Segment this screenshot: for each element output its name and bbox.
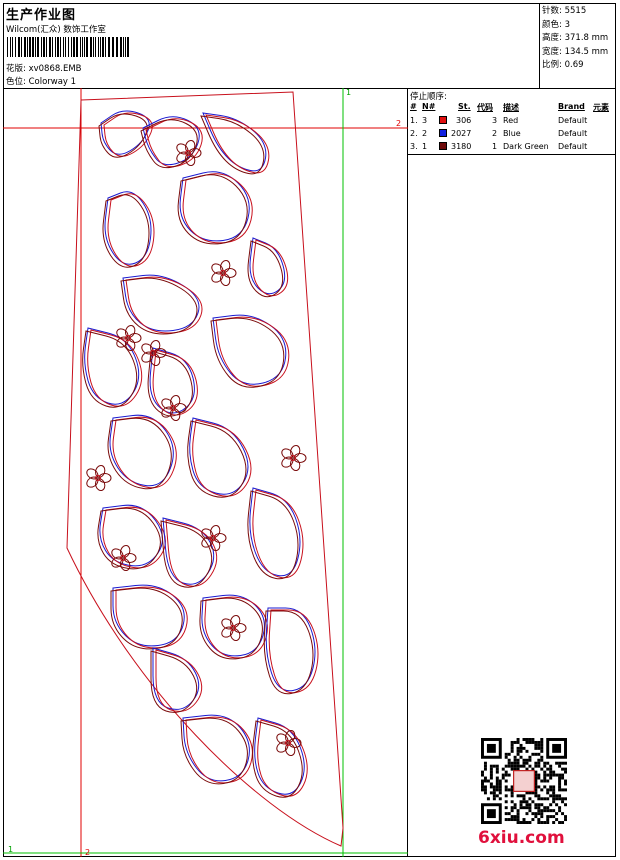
stitch-loop bbox=[112, 416, 177, 489]
stitch-loop bbox=[182, 714, 250, 782]
stitch-loop bbox=[265, 607, 316, 692]
design-file-label: 花版: bbox=[6, 64, 26, 74]
stitch-loop bbox=[268, 609, 319, 694]
col-index: # bbox=[410, 102, 417, 111]
stitch-loop bbox=[180, 717, 248, 785]
colorway-label: 色位: bbox=[6, 77, 26, 87]
color-swatch-red bbox=[439, 116, 447, 124]
col-stitches: St. bbox=[458, 102, 471, 111]
stitch-loop bbox=[187, 420, 247, 498]
barcode-icon bbox=[7, 37, 129, 57]
stat-stitches: 针数: 5515 bbox=[542, 6, 587, 16]
stat-scale: 比例: 0.69 bbox=[542, 60, 584, 71]
stitch-loop bbox=[112, 584, 185, 647]
stat-colors: 颜色: 3 bbox=[542, 19, 571, 30]
stitch-loop bbox=[110, 587, 183, 650]
col-brand: Brand bbox=[558, 102, 585, 111]
design-boundary bbox=[66, 91, 344, 847]
stitch-loop bbox=[97, 507, 161, 570]
col-code: 代码 bbox=[477, 103, 493, 112]
design-stats: 针数: 5515 颜色: 3 高度: 371.8 mm 宽度: 134.5 mm… bbox=[542, 5, 608, 73]
stitch-loop bbox=[179, 171, 250, 242]
stitch-loop bbox=[252, 720, 303, 798]
studio-name: Wilcom(汇众) 数饰工作室 bbox=[6, 25, 106, 35]
color-swatch-darkred bbox=[439, 142, 447, 150]
stitch-loop bbox=[247, 490, 299, 580]
stitch-loop bbox=[98, 113, 148, 158]
stitch-loop bbox=[182, 173, 253, 244]
stitch-loop bbox=[204, 596, 268, 659]
col-description: 描述 bbox=[503, 103, 519, 112]
qr-code-icon bbox=[481, 738, 567, 824]
col-needle: N# bbox=[422, 102, 436, 111]
stitch-loop bbox=[212, 314, 287, 385]
stitch-loop bbox=[177, 174, 248, 245]
stitch-loop bbox=[100, 110, 150, 155]
embroidery-design-canvas bbox=[3, 88, 408, 857]
stitch-loop bbox=[254, 717, 305, 795]
colorway-line: 色位: Colorway 1 bbox=[6, 75, 76, 87]
stop-table-divider bbox=[407, 154, 616, 155]
stat-height: 高度: 371.8 mm bbox=[542, 33, 609, 44]
stitch-loop bbox=[155, 649, 203, 712]
design-file-name: xv0868.EMB bbox=[28, 64, 82, 74]
site-logo: 6xiu.com bbox=[478, 828, 565, 848]
guide-label-red-right: 2 bbox=[396, 119, 402, 128]
stitch-loop bbox=[99, 504, 163, 567]
stitch-loop bbox=[115, 586, 188, 649]
guide-label-green-left: 1 bbox=[8, 845, 14, 854]
stitch-loop bbox=[107, 417, 172, 490]
colorway-name: Colorway 1 bbox=[28, 77, 77, 87]
stitch-loop bbox=[252, 239, 289, 297]
page-title: 生产作业图 bbox=[6, 8, 77, 23]
design-file-line: 花版: xv0868.EMB bbox=[6, 62, 82, 74]
col-element: 元素 bbox=[593, 103, 609, 112]
stop-sequence-title: 停止顺序: bbox=[410, 92, 447, 102]
stitch-loop bbox=[249, 487, 301, 577]
stat-width: 宽度: 134.5 mm bbox=[542, 46, 609, 57]
stitch-loop bbox=[205, 114, 270, 174]
guide-label-red-bottom: 2 bbox=[85, 848, 91, 857]
color-swatch-blue bbox=[439, 129, 447, 137]
stitch-loop bbox=[82, 330, 138, 408]
header-divider-vertical bbox=[539, 3, 540, 89]
stitch-loop bbox=[263, 610, 314, 695]
guide-label-green-top: 1 bbox=[346, 88, 352, 97]
stitch-loop bbox=[189, 417, 249, 495]
stitch-loop bbox=[210, 317, 285, 388]
